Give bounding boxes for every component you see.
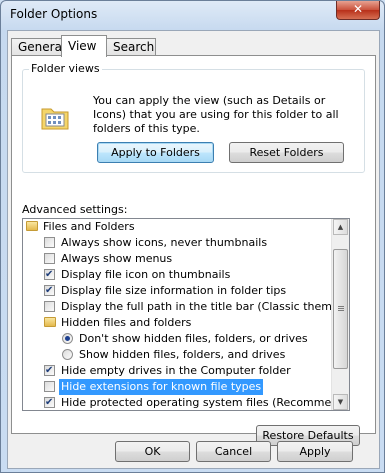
always-show-icons-checkbox[interactable] xyxy=(44,237,55,248)
scroll-thumb[interactable] xyxy=(333,249,348,369)
tab-view[interactable]: View xyxy=(61,35,107,57)
apply-button[interactable]: Apply xyxy=(277,441,353,462)
always-show-menus-checkbox[interactable] xyxy=(44,253,55,264)
hide-empty-drives-checkbox[interactable] xyxy=(44,363,55,379)
close-button[interactable]: ✕ xyxy=(336,1,380,20)
folder-views-icon xyxy=(41,108,69,130)
view-tab-page: Folder views You can apply the view (suc… xyxy=(11,55,376,446)
ok-button[interactable]: OK xyxy=(115,441,190,462)
hide-protected-files-checkbox[interactable] xyxy=(44,395,55,410)
folder-icon xyxy=(44,317,56,327)
folder-views-description: You can apply the view (such as Details … xyxy=(93,94,339,135)
vertical-scrollbar[interactable]: ▲ ▼ xyxy=(331,219,349,410)
scroll-down-arrow-icon[interactable]: ▼ xyxy=(333,394,348,410)
folder-options-window: Folder Options ✕ General View Search Fol… xyxy=(0,0,385,473)
title-bar[interactable]: Folder Options ✕ xyxy=(1,1,384,29)
folder-views-label: Folder views xyxy=(29,62,102,75)
grip-line xyxy=(338,308,344,309)
folder-views-group: Folder views You can apply the view (suc… xyxy=(22,62,365,173)
tab-search[interactable]: Search xyxy=(106,38,156,56)
cancel-button[interactable]: Cancel xyxy=(196,441,271,462)
scroll-up-arrow-icon[interactable]: ▲ xyxy=(333,219,348,235)
display-full-path-checkbox[interactable] xyxy=(44,301,55,312)
folder-icon xyxy=(26,221,38,231)
grip-line xyxy=(338,306,344,307)
display-file-size-checkbox[interactable] xyxy=(44,283,55,299)
advanced-settings-label: Advanced settings: xyxy=(22,203,128,216)
hide-extensions-checkbox[interactable] xyxy=(44,381,55,392)
dont-show-hidden-radio[interactable] xyxy=(62,333,73,344)
window-title: Folder Options xyxy=(10,7,98,21)
selected-item-label[interactable]: Hide extensions for known file types xyxy=(57,378,265,396)
show-hidden-radio[interactable] xyxy=(62,349,73,360)
dialog-client: General View Search Folder views You can… xyxy=(7,30,380,469)
tab-general[interactable]: General xyxy=(11,38,65,56)
grip-line xyxy=(338,310,344,311)
advanced-settings-list[interactable]: Files and Folders Always show icons, nev… xyxy=(22,218,350,411)
reset-folders-button[interactable]: Reset Folders xyxy=(229,142,344,163)
display-icon-thumbnails-checkbox[interactable] xyxy=(44,267,55,283)
close-icon: ✕ xyxy=(352,2,364,16)
apply-to-folders-button[interactable]: Apply to Folders xyxy=(97,142,214,163)
